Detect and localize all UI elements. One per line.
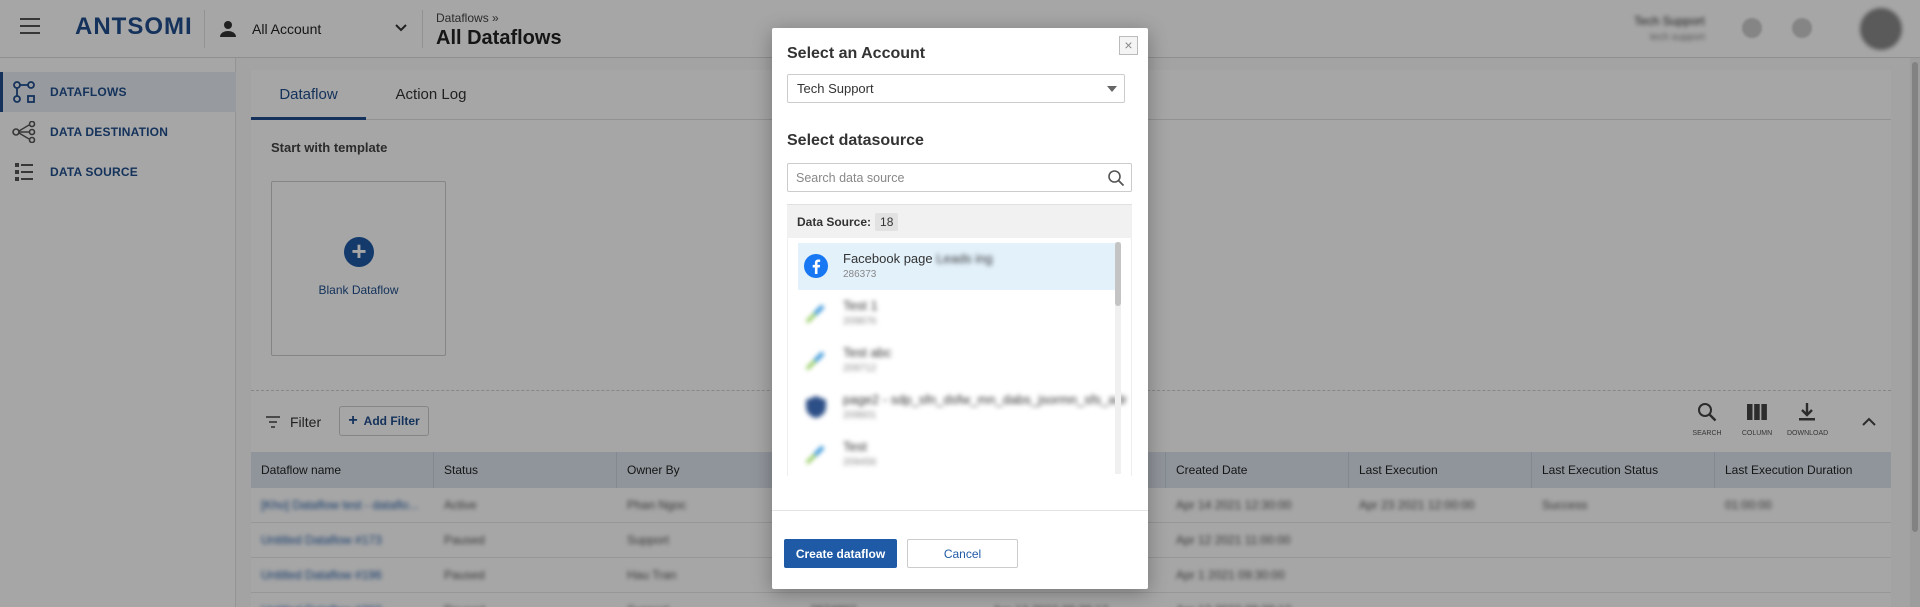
list-scrollbar[interactable] <box>1115 242 1121 474</box>
close-icon[interactable]: × <box>1119 36 1138 55</box>
cancel-button[interactable]: Cancel <box>907 539 1018 568</box>
search-input[interactable] <box>788 164 1088 191</box>
datasource-id: 209876 <box>843 316 877 327</box>
datasource-list: Facebook page Leads ing 286373 Test 1 20… <box>787 238 1132 476</box>
scrollbar-thumb[interactable] <box>1115 242 1121 306</box>
list-item[interactable]: Facebook page Leads ing 286373 <box>798 243 1118 290</box>
datasource-id: 286373 <box>843 269 877 280</box>
datasource-name: Test 1 <box>843 298 878 313</box>
datasource-count-badge: 18 <box>875 212 899 231</box>
create-dataflow-button[interactable]: Create dataflow <box>784 539 897 568</box>
datasource-id: 209712 <box>843 363 877 374</box>
account-select[interactable]: Tech Support <box>787 74 1125 103</box>
plug-icon <box>805 304 825 324</box>
datasource-id: 209601 <box>843 410 877 421</box>
list-item[interactable]: Test 1 209876 <box>798 290 1118 337</box>
list-item[interactable]: Test 209456 <box>798 431 1118 476</box>
datasource-name: Facebook page Leads ing <box>843 251 993 266</box>
datasource-name-suffix: Leads ing <box>936 251 993 266</box>
datasource-section-title: Select datasource <box>787 132 924 149</box>
plug-icon <box>805 445 825 465</box>
datasource-search <box>787 163 1132 192</box>
datasource-count-bar: Data Source: 18 <box>787 204 1132 238</box>
datasource-name-text: Facebook page <box>843 251 933 266</box>
datasource-id: 209456 <box>843 457 877 468</box>
datasource-count-label: Data Source: <box>797 214 872 229</box>
modal-divider <box>772 510 1148 511</box>
datasource-name: Test abc <box>843 345 892 360</box>
select-account-modal: × Select an Account Tech Support Select … <box>772 28 1148 589</box>
account-section-title: Select an Account <box>787 45 926 62</box>
shield-icon <box>806 396 826 418</box>
facebook-icon <box>804 254 828 278</box>
datasource-name: Test <box>843 439 867 454</box>
plug-icon <box>805 351 825 371</box>
list-item[interactable]: Test abc 209712 <box>798 337 1118 384</box>
search-icon[interactable] <box>1107 169 1125 187</box>
account-select-value: Tech Support <box>797 81 874 96</box>
list-item[interactable]: page2 - sdp_sfn_dsfw_mn_dabs_jsormn_sfs_… <box>798 384 1127 431</box>
caret-down-icon <box>1107 86 1117 92</box>
datasource-name: page2 - sdp_sfn_dsfw_mn_dabs_jsormn_sfs_… <box>843 392 1128 407</box>
